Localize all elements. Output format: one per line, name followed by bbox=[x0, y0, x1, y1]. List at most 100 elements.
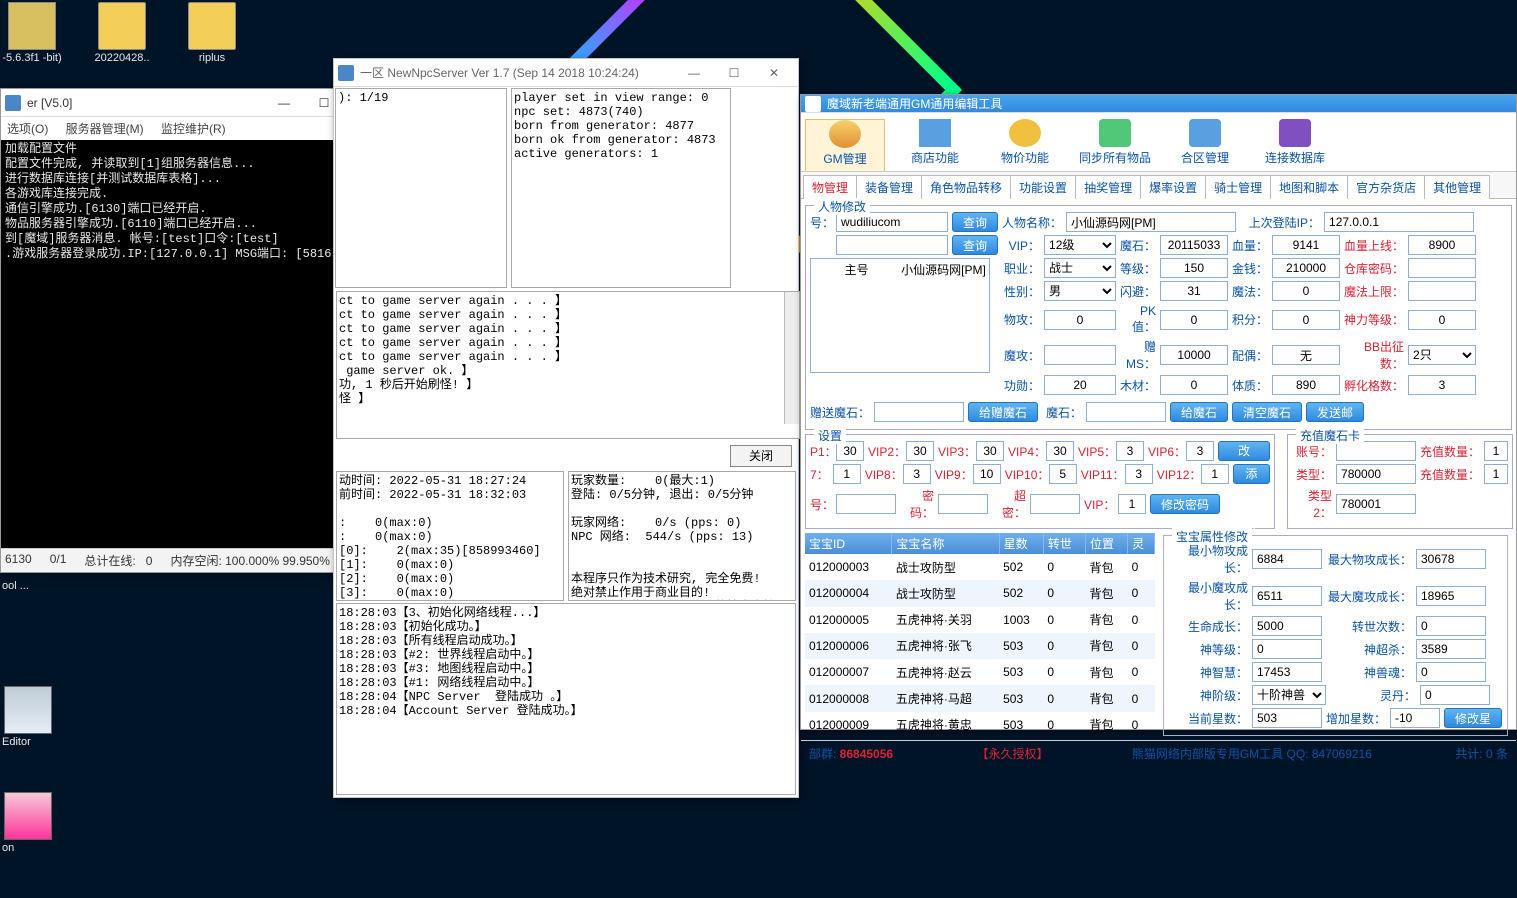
secondary-input[interactable] bbox=[836, 235, 948, 255]
sex-select[interactable]: 男 bbox=[1044, 281, 1116, 301]
tab-map[interactable]: 地图和脚本 bbox=[1270, 175, 1348, 199]
table-header[interactable]: 转世 bbox=[1043, 533, 1085, 554]
query-account-button[interactable]: 查询 bbox=[952, 212, 998, 232]
tab-function[interactable]: 功能设置 bbox=[1010, 175, 1076, 199]
close-button[interactable]: ✕ bbox=[754, 60, 794, 86]
super-password-input[interactable] bbox=[1030, 494, 1080, 514]
table-header[interactable]: 宝宝ID bbox=[805, 533, 892, 554]
max-matk-growth[interactable] bbox=[1416, 586, 1486, 606]
mp-input[interactable] bbox=[1272, 281, 1340, 301]
table-header[interactable]: 星数 bbox=[999, 533, 1043, 554]
recharge-count2-input[interactable] bbox=[1484, 464, 1508, 484]
matk-input[interactable] bbox=[1044, 345, 1116, 365]
vip3-input[interactable] bbox=[976, 441, 1004, 461]
god-kill[interactable] bbox=[1416, 639, 1486, 659]
desktop-icon[interactable]: Editor bbox=[0, 686, 52, 756]
desktop-icon[interactable]: on bbox=[0, 792, 52, 862]
change-vip-hatch-button[interactable]: 改VIP孵化 bbox=[1218, 441, 1270, 461]
account-input[interactable] bbox=[836, 212, 948, 232]
table-row[interactable]: 012000006五虎神将·张飞5030背包0 bbox=[805, 633, 1155, 659]
ms2-input[interactable] bbox=[1086, 402, 1166, 422]
gift-ms-input[interactable] bbox=[874, 402, 964, 422]
maximize-button[interactable]: ☐ bbox=[714, 60, 754, 86]
role-name-input[interactable] bbox=[1066, 212, 1236, 232]
vip9-input[interactable] bbox=[973, 464, 1001, 484]
account-list[interactable]: 主号小仙源码网[PM] bbox=[810, 258, 990, 373]
con-input[interactable] bbox=[1272, 375, 1340, 395]
toolbar-gm[interactable]: GM管理 bbox=[805, 119, 885, 171]
merit-input[interactable] bbox=[1044, 375, 1116, 395]
vip7-input[interactable] bbox=[833, 464, 861, 484]
hp-input[interactable] bbox=[1272, 235, 1340, 255]
spouse-input[interactable] bbox=[1272, 345, 1340, 365]
new-account-input[interactable] bbox=[836, 494, 896, 514]
modify-stars-button[interactable]: 修改星 bbox=[1444, 708, 1502, 728]
minimize-button[interactable]: — bbox=[264, 90, 304, 116]
new-password-input[interactable] bbox=[938, 494, 988, 514]
table-row[interactable]: 012000009五虎神将·黄忠5030背包0 bbox=[805, 712, 1155, 738]
desktop-icon[interactable]: -5.6.3f1 -bit) bbox=[2, 2, 62, 64]
ck-input[interactable] bbox=[1408, 258, 1476, 278]
desktop-icon[interactable]: ool ... bbox=[0, 580, 52, 650]
vip-select[interactable]: 12级 bbox=[1044, 235, 1116, 255]
min-patk-growth[interactable] bbox=[1252, 549, 1322, 569]
hatch-input[interactable] bbox=[1408, 375, 1476, 395]
vip10-input[interactable] bbox=[1049, 464, 1077, 484]
add-account-button[interactable]: 添加账号 bbox=[1233, 464, 1270, 484]
tab-equip[interactable]: 装备管理 bbox=[856, 175, 922, 199]
tab-drop[interactable]: 爆率设置 bbox=[1140, 175, 1206, 199]
table-row[interactable]: 012000007五虎神将·赵云5030背包0 bbox=[805, 659, 1155, 685]
connection-log[interactable]: ct to game server again . . . 】 ct to ga… bbox=[336, 291, 800, 439]
toolbar-sync[interactable]: 同步所有物品 bbox=[1075, 119, 1155, 171]
recharge-account-input[interactable] bbox=[1336, 441, 1416, 461]
tab-knight[interactable]: 骑士管理 bbox=[1205, 175, 1271, 199]
lv-input[interactable] bbox=[1160, 258, 1228, 278]
tab-item-transfer[interactable]: 角色物品转移 bbox=[921, 175, 1011, 199]
points-input[interactable] bbox=[1272, 310, 1340, 330]
vip2-input[interactable] bbox=[906, 441, 934, 461]
dodge-input[interactable] bbox=[1160, 281, 1228, 301]
titlebar[interactable]: 一区 NewNpcServer Ver 1.7 (Sep 14 2018 10:… bbox=[334, 59, 798, 87]
send-mail-button[interactable]: 发送邮 bbox=[1306, 402, 1364, 422]
tab-other[interactable]: 其他管理 bbox=[1424, 175, 1490, 199]
card-type2-input[interactable] bbox=[1336, 494, 1416, 514]
wood-input[interactable] bbox=[1160, 375, 1228, 395]
ms-input[interactable] bbox=[1160, 235, 1228, 255]
query2-button[interactable]: 查询 bbox=[952, 235, 998, 255]
menu-monitor[interactable]: 监控维护(R) bbox=[161, 122, 226, 136]
toolbar-merge[interactable]: 合区管理 bbox=[1165, 119, 1245, 171]
table-header[interactable]: 灵 bbox=[1128, 533, 1155, 554]
god-rank-select[interactable]: 十阶神兽 bbox=[1252, 685, 1326, 705]
tab-lottery[interactable]: 抽奖管理 bbox=[1075, 175, 1141, 199]
table-row[interactable]: 012000008五虎神将·马超5030背包0 bbox=[805, 685, 1155, 711]
give-ms-button[interactable]: 给魔石 bbox=[1170, 402, 1228, 422]
give-gift-ms-button[interactable]: 给赠魔石 bbox=[968, 402, 1038, 422]
rebirth-count[interactable] bbox=[1416, 616, 1486, 636]
tab-shop2[interactable]: 官方杂货店 bbox=[1347, 175, 1425, 199]
vip12-input[interactable] bbox=[1201, 464, 1229, 484]
card-type-input[interactable] bbox=[1336, 464, 1416, 484]
new-vip-input[interactable] bbox=[1118, 494, 1146, 514]
job-select[interactable]: 战士 bbox=[1044, 258, 1116, 278]
current-stars[interactable] bbox=[1252, 708, 1322, 728]
toolbar-price[interactable]: 物价功能 bbox=[985, 119, 1065, 171]
god-wisdom[interactable] bbox=[1252, 662, 1322, 682]
mpmax-input[interactable] bbox=[1408, 281, 1476, 301]
god-soul[interactable] bbox=[1416, 662, 1486, 682]
clear-ms-button[interactable]: 清空魔石 bbox=[1232, 402, 1302, 422]
vip4-input[interactable] bbox=[1046, 441, 1074, 461]
toolbar-shop[interactable]: 商店功能 bbox=[895, 119, 975, 171]
minimize-button[interactable]: — bbox=[674, 60, 714, 86]
titlebar[interactable]: 魔域新老端通用GM通用编辑工具 bbox=[801, 95, 1516, 113]
menu-server[interactable]: 服务器管理(M) bbox=[66, 122, 144, 136]
vip6-input[interactable] bbox=[1186, 441, 1214, 461]
change-password-button[interactable]: 修改密码 bbox=[1150, 494, 1220, 514]
table-header[interactable]: 位置 bbox=[1086, 533, 1128, 554]
titlebar[interactable]: er [V5.0] — ☐ ✕ bbox=[1, 89, 388, 117]
bb-count-select[interactable]: 2只 bbox=[1408, 345, 1476, 365]
vip8-input[interactable] bbox=[903, 464, 931, 484]
max-patk-growth[interactable] bbox=[1416, 549, 1486, 569]
vip11-input[interactable] bbox=[1125, 464, 1153, 484]
god-level[interactable] bbox=[1252, 639, 1322, 659]
recharge-count-input[interactable] bbox=[1484, 441, 1508, 461]
